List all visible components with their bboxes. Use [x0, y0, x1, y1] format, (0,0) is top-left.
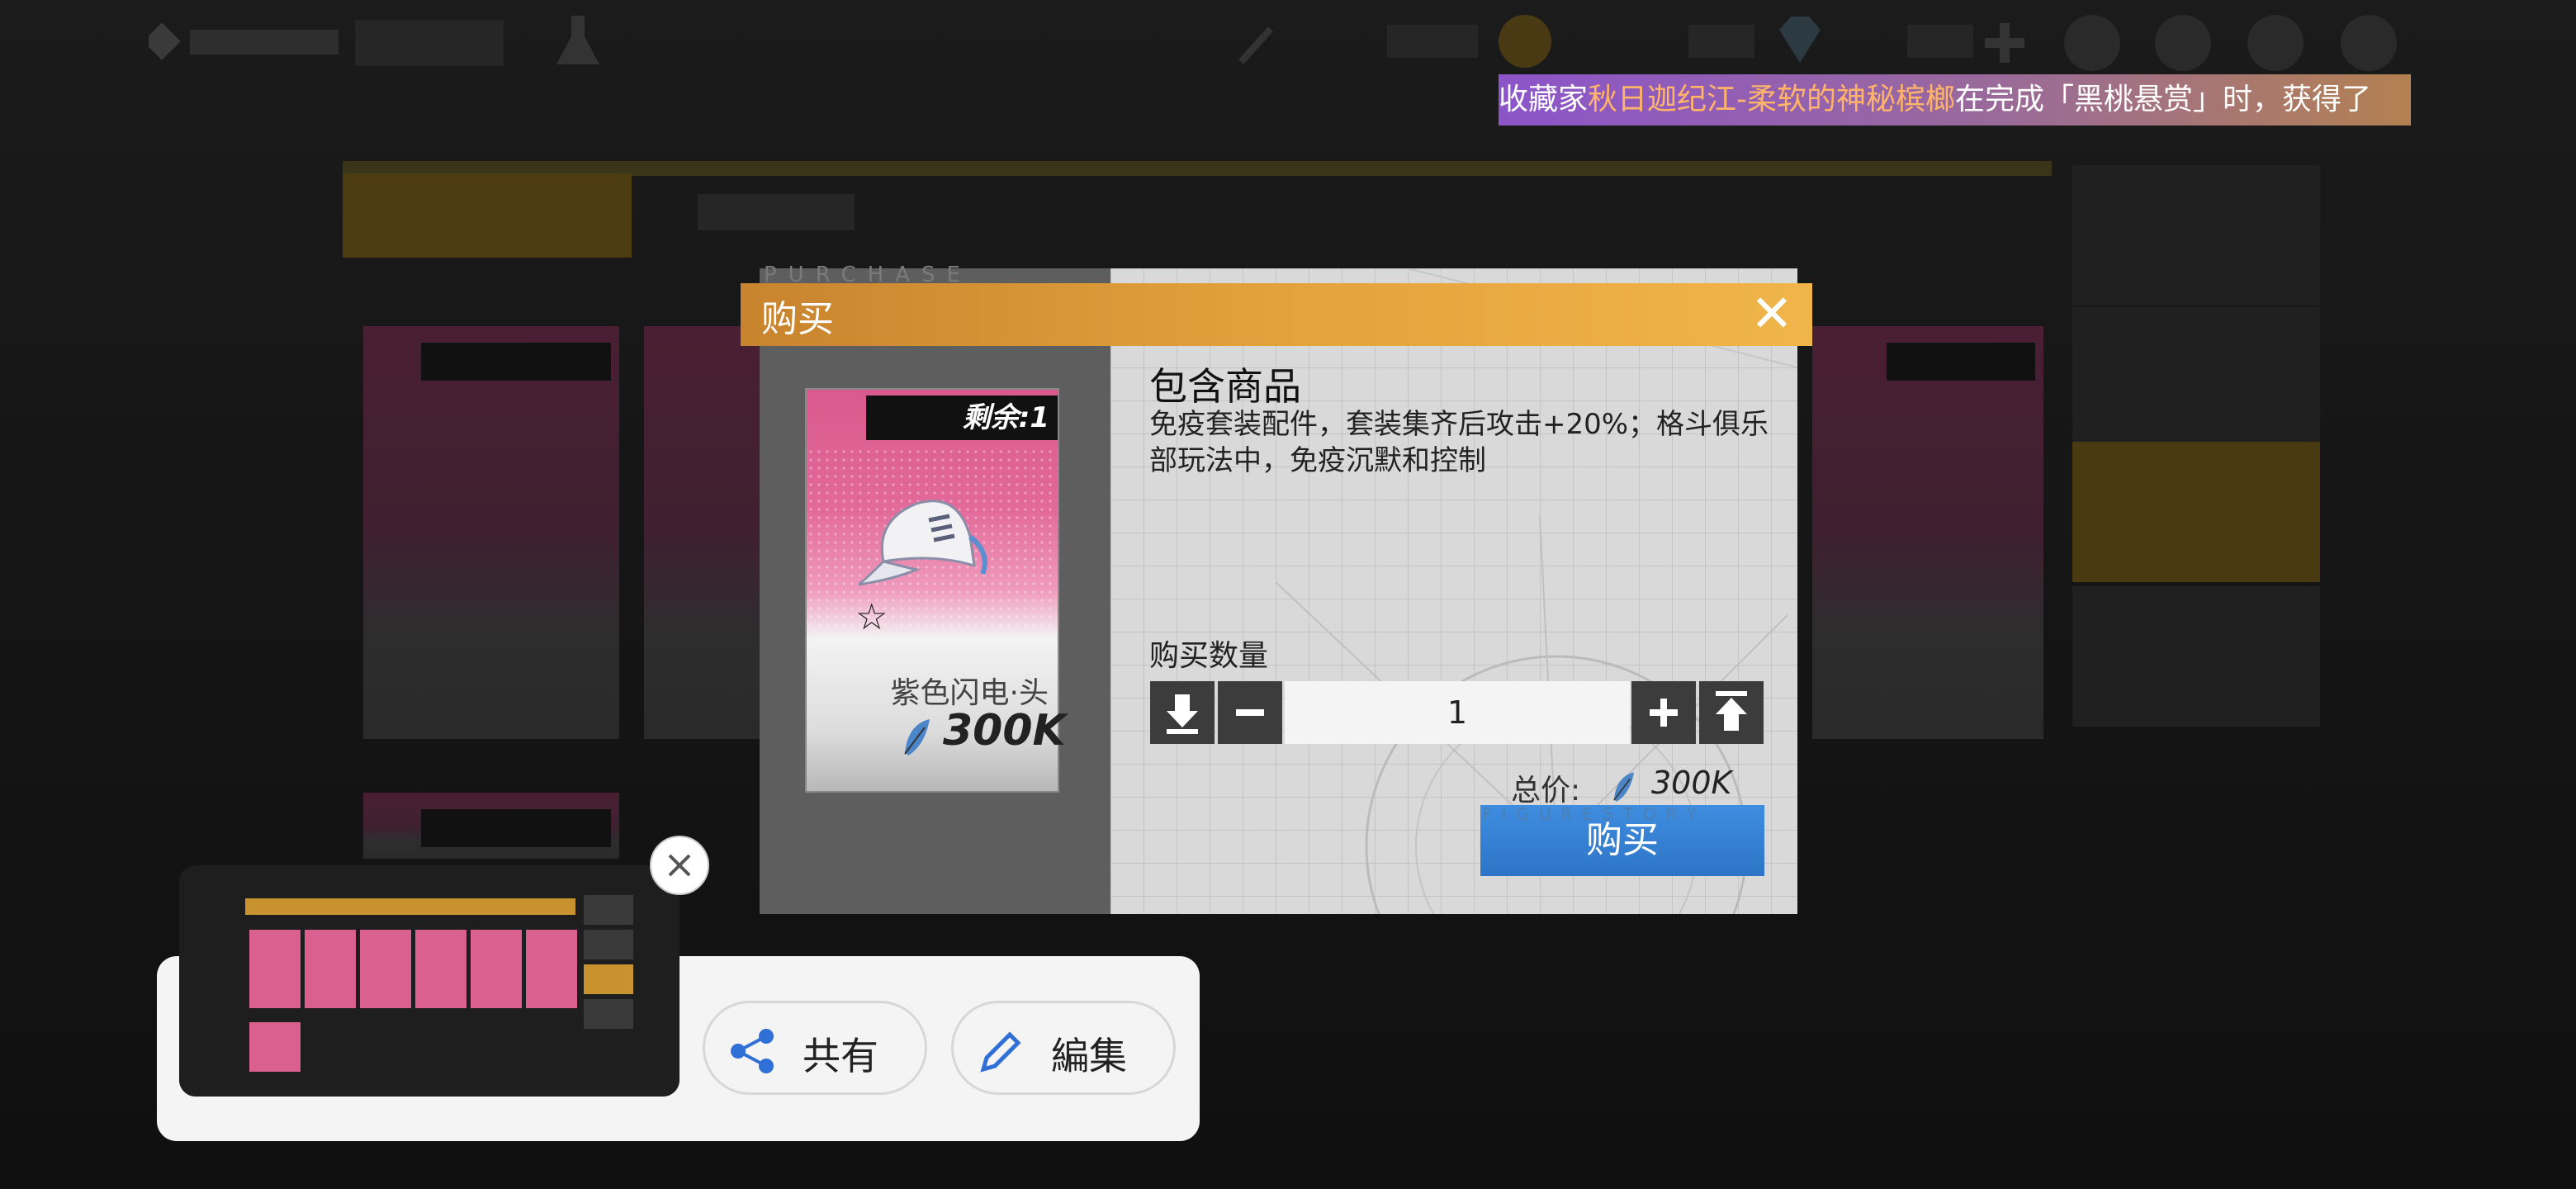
page-title-placeholder [355, 20, 504, 66]
edit-label: 編集 [1051, 1034, 1127, 1078]
currency-amount-1 [1387, 25, 1478, 58]
star-icon: ☆ [855, 596, 888, 638]
quantity-field[interactable]: 1 [1285, 681, 1630, 744]
mail-icon [2155, 15, 2211, 71]
coin-icon [1499, 15, 1551, 68]
dialog-header [741, 283, 1812, 346]
notice-ticker: 收藏家秋日迦纪江-柔软的神秘槟榔在完成「黑桃悬赏」时，获得了 [1499, 74, 2411, 126]
flask-icon [553, 12, 603, 81]
side-rank-1 [2072, 586, 2320, 727]
share-label: 共有 [803, 1034, 878, 1078]
side-rank-3 [2072, 307, 2320, 448]
tab-active-bg [343, 173, 632, 258]
bg-product-card [363, 326, 619, 739]
dialog-title: 购买 [761, 298, 834, 340]
bg-product-card [1812, 326, 2043, 739]
bg-product-card [363, 793, 619, 859]
home-icon [2341, 15, 2397, 71]
section-title: 包含商品 [1149, 364, 1301, 409]
upload-icon [1716, 691, 1747, 731]
quantity-label: 购买数量 [1149, 639, 1269, 673]
remaining-badge: 剩余:1 [866, 396, 1058, 440]
min-quantity-button[interactable] [1150, 681, 1215, 744]
item-description: 免疫套装配件，套装集齐后攻击+20%；格斗俱乐部玩法中，免疫沉默和控制 [1149, 408, 1769, 477]
ticker-prefix: 收藏家 [1499, 83, 1589, 116]
tab-inactive-bg [698, 194, 855, 230]
total-label: 总价: [1511, 774, 1581, 808]
item-price-value: 300K [943, 706, 1066, 756]
close-icon[interactable]: ✕ [1749, 288, 1795, 339]
screenshot-thumbnail[interactable] [179, 865, 680, 1097]
max-quantity-button[interactable] [1699, 681, 1764, 744]
pencil-icon [980, 1031, 1021, 1073]
currency-amount-2 [1688, 25, 1754, 58]
close-icon [668, 854, 691, 877]
decrease-button[interactable] [1218, 681, 1282, 744]
side-rank-4 [2072, 165, 2320, 306]
ticker-suffix: 在完成「黑桃悬赏」时，获得了 [1955, 83, 2372, 116]
plus-icon [1650, 699, 1678, 727]
feather-icon [904, 719, 930, 756]
feather-icon [1613, 772, 1635, 802]
item-price: 300K [900, 706, 1066, 764]
currency-amount-3 [1907, 25, 1973, 58]
share-button[interactable]: 共有 [703, 1001, 927, 1095]
gift-icon [2247, 15, 2304, 71]
side-rank-2 [2072, 442, 2320, 582]
plus-currency-icon [1982, 20, 2028, 69]
increase-button[interactable] [1631, 681, 1696, 744]
thumbnail-close-button[interactable] [650, 836, 709, 895]
diamond-icon [1771, 13, 1829, 69]
game-logo [143, 17, 347, 66]
download-icon [1167, 694, 1198, 734]
brand-watermark: FIGURESTORY [1482, 804, 1707, 824]
total-price: 300K [1610, 761, 1734, 808]
total-price-value: 300K [1651, 765, 1732, 801]
minus-icon [1236, 709, 1264, 716]
settings-icon [2064, 15, 2120, 71]
cap-icon [854, 487, 1007, 594]
share-icon [731, 1029, 774, 1073]
ticker-player-name: 秋日迦纪江-柔软的神秘槟榔 [1588, 83, 1956, 116]
pen-icon [1230, 18, 1280, 71]
edit-button[interactable]: 編集 [951, 1001, 1176, 1095]
bg-product-card [644, 326, 760, 739]
